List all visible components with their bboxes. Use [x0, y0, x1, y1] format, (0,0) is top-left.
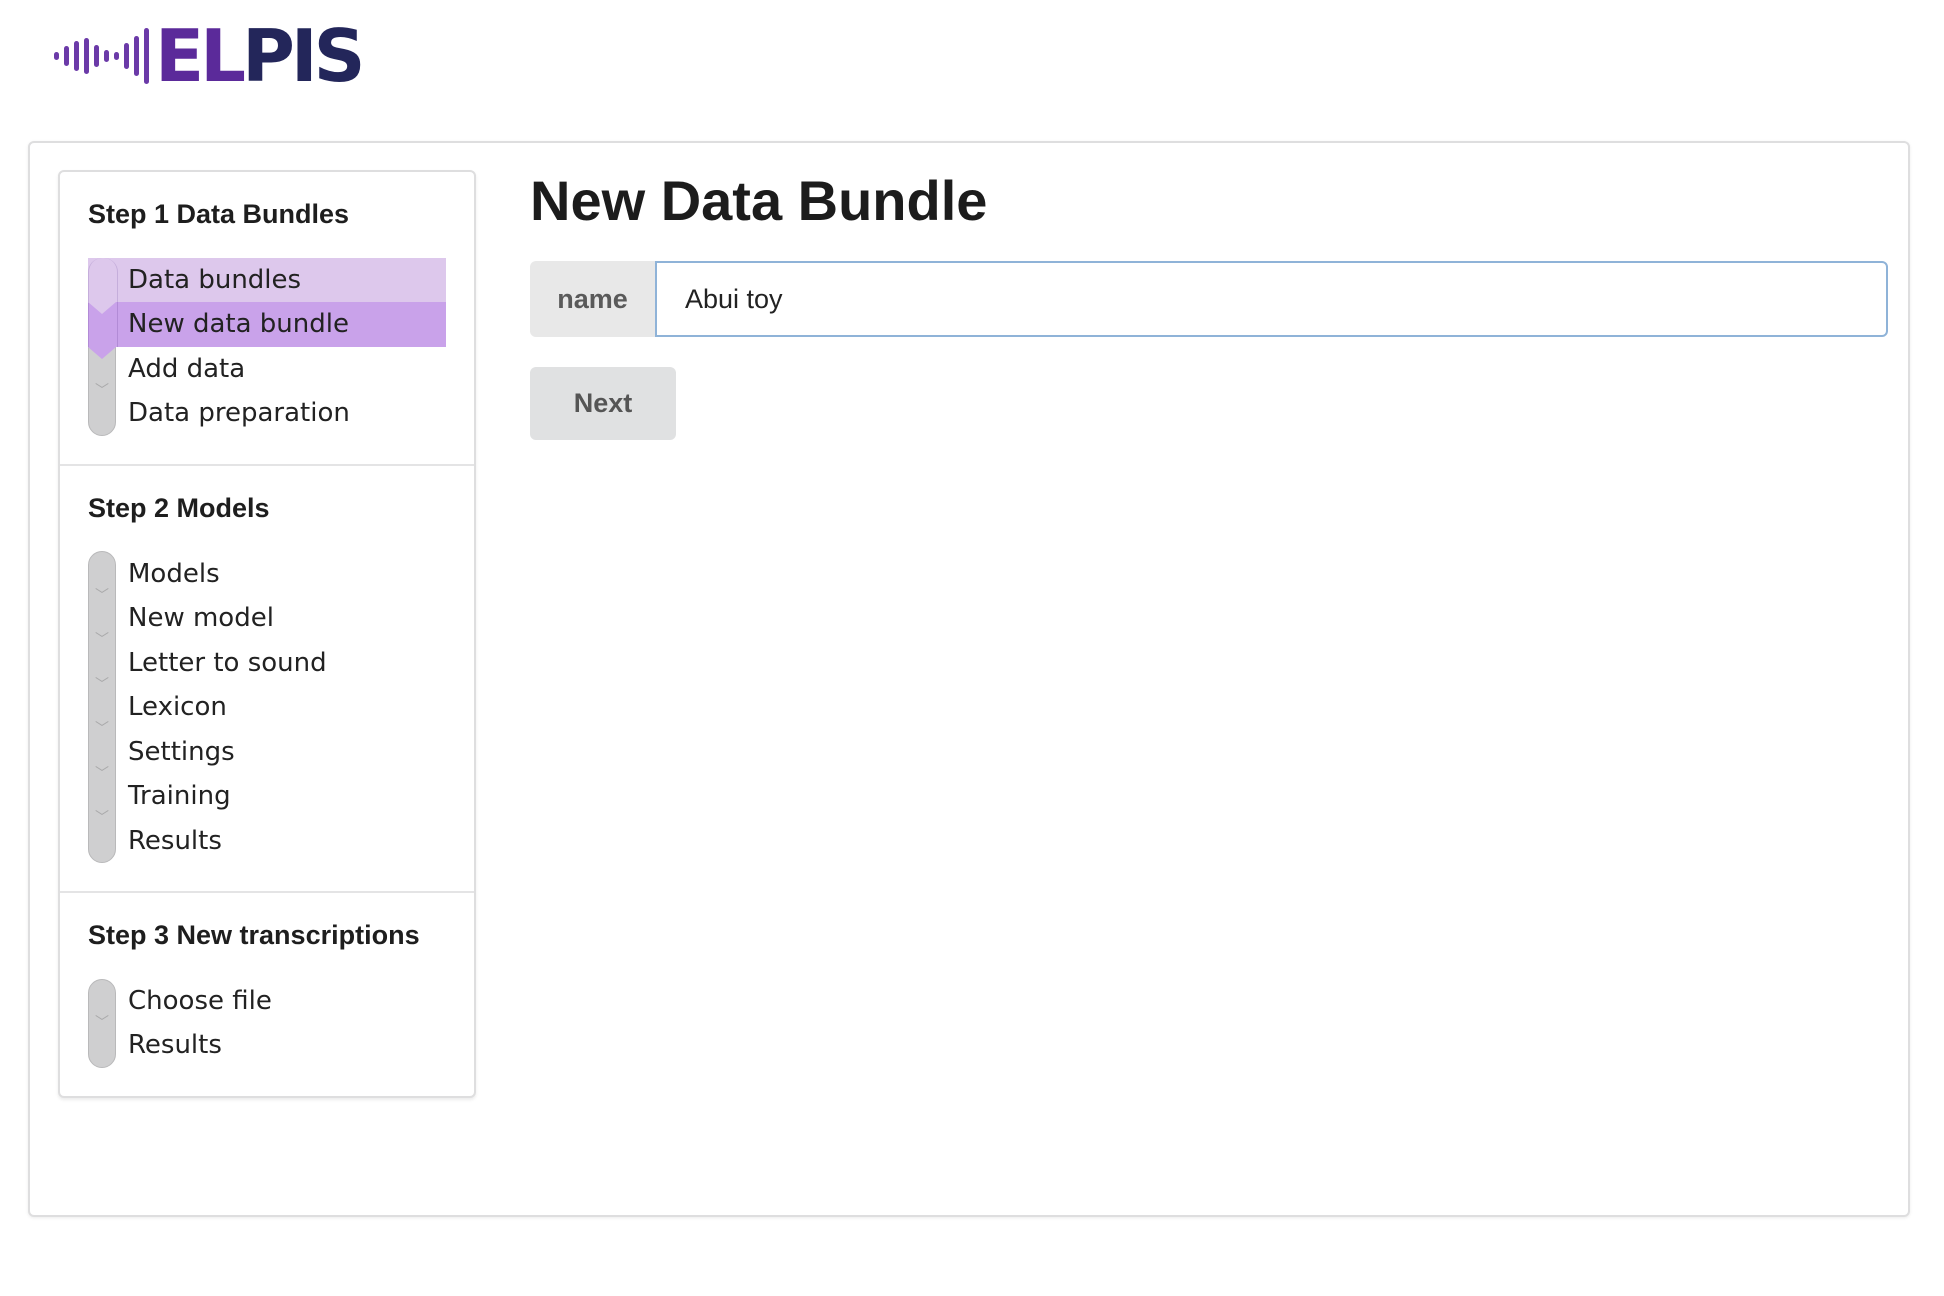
- step-item-label: Training: [128, 781, 231, 812]
- step-item-data-preparation[interactable]: ﹀ Data preparation: [88, 383, 446, 436]
- step-list: Choose file ﹀ Results: [88, 978, 446, 1068]
- app-header: EL PIS: [54, 14, 365, 98]
- step-item-label: New model: [128, 603, 274, 634]
- step-arrow-icon: [88, 346, 116, 359]
- page-title: New Data Bundle: [530, 169, 988, 232]
- name-input[interactable]: [655, 261, 1888, 338]
- step-item-new-model[interactable]: ﹀ New model: [88, 588, 446, 641]
- chevron-down-icon: ﹀: [95, 587, 109, 604]
- main-card: Step 1 Data Bundles Data bundles New dat…: [28, 141, 1910, 1217]
- steps-sidebar: Step 1 Data Bundles Data bundles New dat…: [58, 170, 476, 1098]
- chevron-down-icon: ﹀: [95, 383, 109, 400]
- chevron-down-icon: ﹀: [95, 632, 109, 649]
- elpis-logo[interactable]: EL PIS: [155, 14, 365, 98]
- chevron-down-icon: ﹀: [95, 765, 109, 782]
- step-group-data-bundles: Step 1 Data Bundles Data bundles New dat…: [60, 172, 474, 466]
- step-item-label: Choose file: [128, 985, 272, 1016]
- step-item-transcription-results[interactable]: ﹀ Results: [88, 1015, 446, 1068]
- step-item-label: Settings: [128, 736, 235, 767]
- logo-text-part1: EL: [155, 14, 246, 98]
- step-arrow-icon: [88, 302, 116, 315]
- step-title: Step 2 Models: [88, 492, 270, 523]
- step-title: Step 3 New transcriptions: [88, 919, 420, 950]
- step-item-training[interactable]: ﹀ Training: [88, 766, 446, 819]
- step-item-letter-to-sound[interactable]: ﹀ Letter to sound: [88, 632, 446, 685]
- chevron-down-icon: ﹀: [95, 721, 109, 738]
- main-content: New Data Bundle name Next: [530, 169, 1888, 441]
- step-item-models[interactable]: Models: [88, 551, 446, 596]
- step-item-lexicon[interactable]: ﹀ Lexicon: [88, 677, 446, 730]
- step-item-data-bundles[interactable]: Data bundles: [88, 257, 446, 303]
- step-item-label: Data preparation: [128, 398, 350, 429]
- step-item-label: Data bundles: [128, 264, 302, 295]
- step-item-new-data-bundle[interactable]: New data bundle: [88, 302, 446, 347]
- step-group-new-transcriptions: Step 3 New transcriptions Choose file ﹀ …: [60, 893, 474, 1096]
- step-item-label: Lexicon: [128, 692, 227, 723]
- step-item-results[interactable]: ﹀ Results: [88, 810, 446, 863]
- step-item-label: Results: [128, 825, 222, 856]
- chevron-down-icon: ﹀: [95, 1015, 109, 1032]
- name-field: name: [530, 261, 1888, 338]
- step-title: Step 1 Data Bundles: [88, 199, 350, 229]
- logo-text-part2: PIS: [242, 14, 365, 98]
- step-group-models: Step 2 Models Models ﹀ New model ﹀ Lette…: [60, 466, 474, 893]
- step-list: Models ﹀ New model ﹀ Letter to sound ﹀ L…: [88, 551, 446, 863]
- step-item-label: Letter to sound: [128, 647, 327, 678]
- sound-wave-icon: [54, 28, 149, 84]
- step-item-label: Results: [128, 1030, 222, 1061]
- chevron-down-icon: ﹀: [95, 676, 109, 693]
- step-list: Data bundles New data bundle Add data ﹀ …: [88, 257, 446, 436]
- chevron-down-icon: ﹀: [95, 810, 109, 827]
- step-item-choose-file[interactable]: Choose file: [88, 979, 446, 1024]
- step-item-settings[interactable]: ﹀ Settings: [88, 721, 446, 774]
- next-button[interactable]: Next: [530, 367, 676, 441]
- step-item-label: Add data: [128, 353, 246, 384]
- step-item-label: New data bundle: [128, 309, 349, 340]
- name-field-label: name: [530, 261, 655, 338]
- step-item-label: Models: [128, 558, 220, 589]
- step-item-add-data[interactable]: Add data: [88, 346, 446, 392]
